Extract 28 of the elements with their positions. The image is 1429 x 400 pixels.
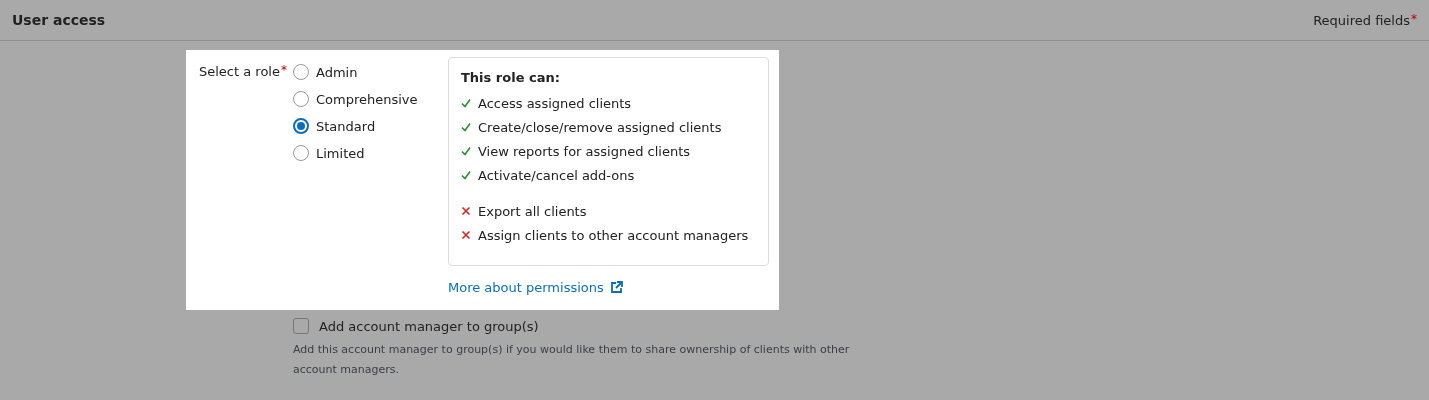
role-label: Select a role	[199, 64, 280, 79]
group-checkbox-row[interactable]: Add account manager to group(s)	[293, 318, 1429, 334]
permission-text: Assign clients to other account managers	[478, 227, 749, 243]
check-icon	[461, 170, 471, 180]
radio-button[interactable]	[293, 118, 309, 134]
permission-text: Access assigned clients	[478, 95, 632, 111]
permission-text: Create/close/remove assigned clients	[478, 119, 722, 135]
checkbox[interactable]	[293, 318, 309, 334]
permissions-link[interactable]: More about permissions	[448, 280, 623, 295]
permission-text: Activate/cancel add-ons	[478, 167, 635, 183]
required-mark: *	[1411, 12, 1417, 25]
section-title: User access	[12, 12, 106, 28]
permissions-title: This role can:	[461, 70, 561, 85]
help-text: Add this account manager to group(s) if you would like them to share ownership of clients with other account managers.	[293, 342, 851, 378]
role-radio[interactable]: Comprehensive	[293, 89, 448, 109]
check-icon	[461, 98, 471, 108]
role-radio[interactable]: Limited	[293, 143, 448, 163]
required-mark: *	[280, 64, 287, 76]
role-radio[interactable]: Standard	[293, 116, 448, 136]
check-icon	[461, 146, 471, 156]
role-radio[interactable]: Admin	[293, 62, 448, 82]
cross-icon	[461, 230, 471, 240]
permission-text: Export all clients	[478, 203, 587, 219]
cross-icon	[461, 206, 471, 216]
permission-text: View reports for assigned clients	[478, 143, 691, 159]
check-icon	[461, 122, 471, 132]
required-fields-note: Required fields	[1313, 12, 1410, 28]
external-link-icon	[609, 281, 623, 294]
